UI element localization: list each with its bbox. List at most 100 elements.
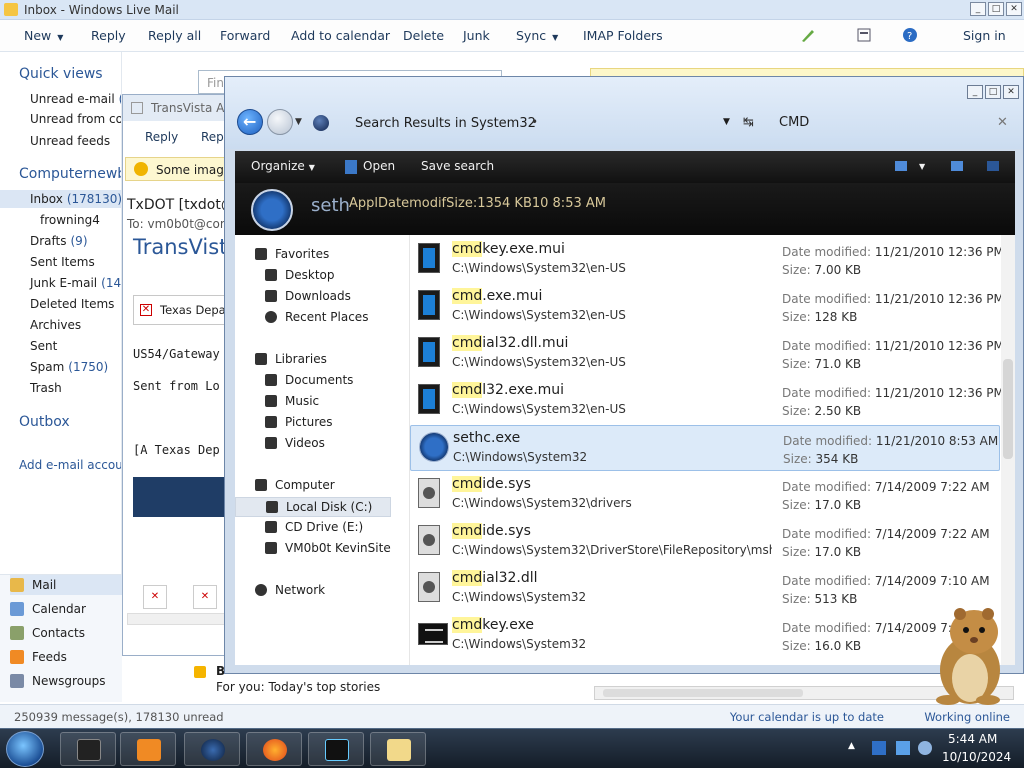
reply-all-button[interactable]: Reply all — [148, 28, 201, 43]
quick-view-item[interactable]: Unread feeds — [30, 134, 110, 148]
forward-button[interactable]: Forward — [220, 28, 270, 43]
nav-documents[interactable]: Documents — [265, 373, 353, 387]
tray-accessibility-icon[interactable] — [872, 741, 886, 755]
taskbar-app-firefox[interactable] — [246, 732, 302, 766]
address-bar[interactable]: Search Results in System32 — [355, 116, 536, 131]
preview-pane-icon[interactable] — [951, 161, 963, 171]
taskbar-app-terminal[interactable] — [60, 732, 116, 766]
nav-downloads[interactable]: Downloads — [265, 289, 351, 303]
junk-button[interactable]: Junk — [463, 28, 490, 43]
file-row[interactable]: cmdl32.exe.mui C:\Windows\System32\en-US D… — [410, 378, 1001, 424]
sign-in-button[interactable]: Sign in — [963, 28, 1006, 43]
folder-item[interactable]: Junk E-mail(1498 — [30, 276, 121, 290]
recent-pages-dropdown[interactable]: ▼ — [295, 117, 302, 127]
explorer-maximize-button[interactable]: □ — [985, 85, 1001, 99]
clock-time[interactable]: 5:44 AM — [948, 732, 997, 746]
online-status[interactable]: Working online — [924, 710, 1010, 724]
imap-folders-button[interactable]: IMAP Folders — [583, 28, 663, 43]
scroll-thumb[interactable] — [603, 689, 803, 697]
folder-item[interactable]: Archives — [30, 318, 81, 332]
folder-item[interactable]: frowning4 — [40, 213, 100, 227]
nav-local-disk[interactable]: Local Disk (C:) — [235, 497, 391, 517]
nav-desktop[interactable]: Desktop — [265, 268, 335, 282]
taskbar-app-media[interactable] — [120, 732, 176, 766]
nav-network-drive[interactable]: VM0b0t KevinSite — [265, 541, 391, 555]
explorer-close-button[interactable]: ✕ — [1003, 85, 1019, 99]
nav-computer[interactable]: Computer — [255, 478, 335, 492]
add-to-calendar-button[interactable]: Add to calendar — [291, 28, 390, 43]
taskbar-app-globe[interactable] — [184, 732, 240, 766]
help-icon[interactable] — [987, 161, 999, 171]
images-blocked-bar[interactable]: Some images — [125, 157, 231, 181]
show-hidden-icons[interactable]: ▲ — [848, 741, 862, 755]
tray-volume-icon[interactable] — [918, 741, 932, 755]
sync-button[interactable]: Sync ▼ — [516, 28, 558, 43]
save-search-button[interactable]: Save search — [421, 159, 494, 173]
add-email-account-link[interactable]: Add e-mail account — [19, 458, 121, 472]
view-icon[interactable] — [895, 161, 907, 171]
new-button[interactable]: New ▼ — [24, 28, 63, 43]
nav-videos[interactable]: Videos — [265, 436, 325, 450]
close-button[interactable]: ✕ — [1006, 2, 1022, 16]
nav-mail[interactable]: Mail — [10, 575, 122, 595]
nav-contacts[interactable]: Contacts — [10, 623, 122, 643]
file-row[interactable]: cmd.exe.mui C:\Windows\System32\en-US Date… — [410, 284, 1001, 330]
folder-item[interactable]: Drafts (9) — [30, 234, 88, 248]
folder-item[interactable]: Sent — [30, 339, 57, 353]
nav-feeds[interactable]: Feeds — [10, 647, 122, 667]
start-button[interactable] — [6, 731, 44, 767]
refresh-icon[interactable]: ↹ — [743, 115, 754, 130]
scroll-thumb[interactable] — [1003, 359, 1013, 459]
folder-item[interactable]: Deleted Items — [30, 297, 114, 311]
nav-cd-drive[interactable]: CD Drive (E:) — [265, 520, 363, 534]
file-row[interactable]: cmdide.sys C:\Windows\System32\drivers Dat… — [410, 472, 1000, 518]
taskbar-app-windows-live-mail[interactable] — [370, 732, 426, 766]
file-row[interactable]: cmdial32.dll C:\Windows\System32 Date modi… — [410, 566, 1000, 612]
help-icon[interactable]: ? — [902, 27, 918, 43]
pen-icon[interactable] — [800, 27, 816, 43]
nav-libraries[interactable]: Libraries — [255, 352, 327, 366]
view-dropdown[interactable]: ▼ — [919, 162, 925, 171]
outbox-header[interactable]: Outbox — [19, 414, 70, 430]
attachment[interactable]: ✕ Texas Depart — [133, 295, 231, 325]
file-row[interactable]: cmdkey.exe.mui C:\Windows\System32\en-US D… — [410, 237, 1001, 283]
file-row[interactable]: cmdkey.exe C:\Windows\System32 Date modifi… — [410, 613, 1000, 659]
search-box[interactable]: CMD — [779, 115, 809, 130]
nav-pictures[interactable]: Pictures — [265, 415, 333, 429]
file-row[interactable]: sethc.exe C:\Windows\System32 Date modifie… — [410, 425, 1000, 471]
folder-inbox[interactable]: Inbox (178130) — [0, 190, 121, 208]
account-header[interactable]: Computernewb — [19, 166, 121, 182]
message-reply-button[interactable]: Reply — [145, 130, 178, 144]
folder-item[interactable]: Spam (1750) — [30, 360, 108, 374]
clock-date[interactable]: 10/10/2024 — [942, 750, 1011, 764]
explorer-minimize-button[interactable]: _ — [967, 85, 983, 99]
nav-recent-places[interactable]: Recent Places — [265, 310, 368, 324]
forward-button[interactable] — [267, 109, 293, 135]
back-button[interactable]: ← — [237, 109, 263, 135]
folder-item[interactable]: Sent Items — [30, 255, 95, 269]
file-row[interactable]: cmdide.sys C:\Windows\System32\DriverStor… — [410, 519, 1000, 565]
tray-network-icon[interactable] — [896, 741, 910, 755]
maximize-button[interactable]: □ — [988, 2, 1004, 16]
nav-music[interactable]: Music — [265, 394, 319, 408]
quick-view-item[interactable]: Unread e-mail(1 — [30, 92, 121, 106]
taskbar-app-taskmanager[interactable] — [308, 732, 364, 766]
clear-search-icon[interactable]: ✕ — [997, 115, 1008, 130]
message-scrollbar[interactable] — [127, 613, 231, 625]
nav-newsgroups[interactable]: Newsgroups — [10, 671, 122, 691]
nav-network[interactable]: Network — [255, 583, 325, 597]
quick-views-header[interactable]: Quick views — [19, 66, 103, 82]
folder-item[interactable]: Trash — [30, 381, 62, 395]
quick-view-item[interactable]: Unread from con — [30, 112, 121, 126]
layout-icon[interactable] — [856, 27, 872, 43]
minimize-button[interactable]: _ — [970, 2, 986, 16]
delete-button[interactable]: Delete — [403, 28, 444, 43]
address-dropdown[interactable]: ▼ — [723, 117, 730, 127]
organize-button[interactable]: Organize ▼ — [251, 159, 315, 173]
open-button[interactable]: Open — [363, 159, 395, 173]
nav-favorites[interactable]: Favorites — [255, 247, 329, 261]
file-row[interactable]: cmdial32.dll.mui C:\Windows\System32\en-U… — [410, 331, 1001, 377]
nav-calendar[interactable]: Calendar — [10, 599, 122, 619]
calendar-status[interactable]: Your calendar is up to date — [730, 710, 884, 724]
reply-button[interactable]: Reply — [91, 28, 126, 43]
